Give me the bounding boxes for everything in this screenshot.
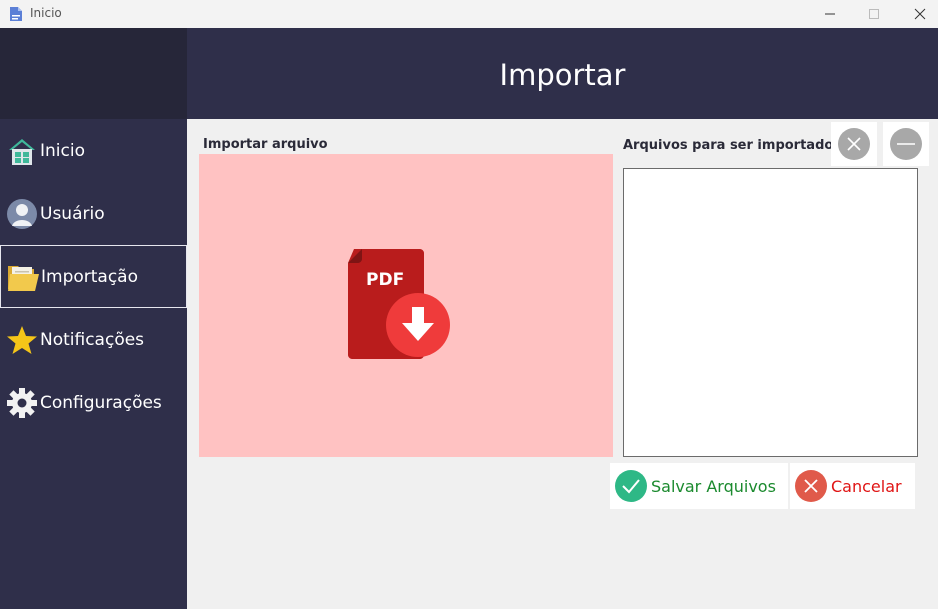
- sidebar: Inicio Usuário Importação Notificações C…: [0, 28, 187, 609]
- files-list[interactable]: [623, 168, 918, 457]
- window-titlebar: Inicio: [0, 0, 938, 28]
- sidebar-item-importacao[interactable]: Importação: [0, 245, 187, 308]
- sidebar-logo-area: [0, 28, 187, 119]
- page-title: Importar: [499, 58, 626, 92]
- sidebar-item-label: Configurações: [40, 392, 162, 413]
- page-header: Importar: [187, 28, 938, 119]
- maximize-icon: [869, 9, 879, 19]
- files-to-import-label: Arquivos para ser importado: [623, 138, 834, 153]
- sidebar-item-configuracoes[interactable]: Configurações: [0, 371, 187, 434]
- save-files-label: Salvar Arquivos: [651, 476, 776, 496]
- minimize-icon: [825, 13, 835, 15]
- maximize-button[interactable]: [851, 0, 897, 28]
- main-content: Importar arquivo PDF Arquivos para ser i…: [187, 119, 938, 609]
- sidebar-item-usuario[interactable]: Usuário: [0, 182, 187, 245]
- sidebar-item-label: Inicio: [40, 140, 85, 161]
- sidebar-item-label: Usuário: [40, 203, 105, 224]
- close-icon: [914, 8, 926, 20]
- window-title: Inicio: [30, 6, 62, 20]
- check-circle-icon: [615, 470, 647, 502]
- close-window-button[interactable]: [897, 0, 938, 28]
- close-circle-icon: [838, 128, 870, 160]
- remove-file-button[interactable]: [883, 122, 929, 166]
- gear-icon: [4, 385, 40, 421]
- import-file-label: Importar arquivo: [203, 137, 328, 152]
- sidebar-item-notificacoes[interactable]: Notificações: [0, 308, 187, 371]
- file-drop-zone[interactable]: PDF: [199, 154, 613, 457]
- app-icon: [10, 7, 22, 21]
- cancel-circle-icon: [795, 470, 827, 502]
- cancel-label: Cancelar: [831, 476, 902, 496]
- sidebar-item-inicio[interactable]: Inicio: [0, 119, 187, 182]
- user-icon: [4, 196, 40, 232]
- pdf-badge-text: PDF: [366, 270, 404, 290]
- sidebar-item-label: Notificações: [40, 329, 145, 350]
- cancel-button[interactable]: Cancelar: [790, 463, 915, 509]
- star-icon: [4, 322, 40, 358]
- minimize-button[interactable]: [807, 0, 853, 28]
- save-files-button[interactable]: Salvar Arquivos: [610, 463, 788, 509]
- folder-icon: [5, 259, 41, 295]
- clear-files-button[interactable]: [831, 122, 877, 166]
- pdf-download-icon: PDF: [348, 249, 450, 359]
- sidebar-item-label: Importação: [41, 266, 139, 287]
- minus-circle-icon: [890, 128, 922, 160]
- home-icon: [4, 133, 40, 169]
